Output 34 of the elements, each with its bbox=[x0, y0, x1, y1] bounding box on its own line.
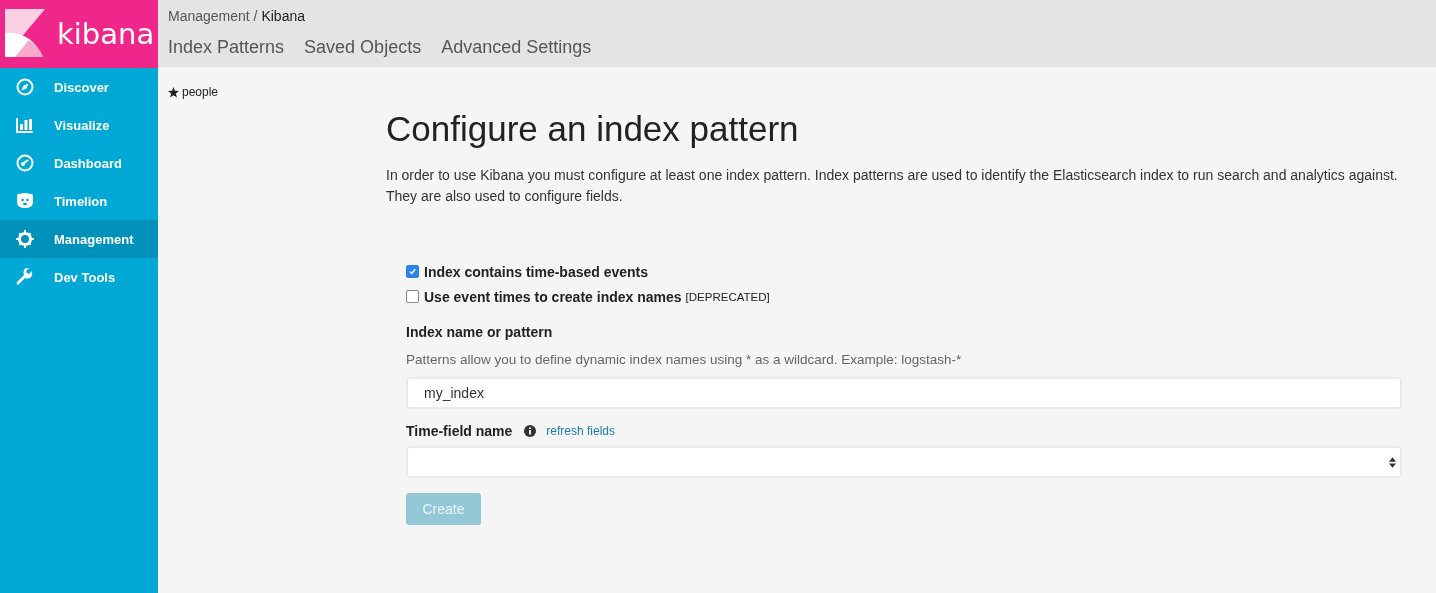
nav-item[interactable]: Dev Tools bbox=[0, 258, 158, 296]
checkbox-label: Index contains time-based events bbox=[424, 263, 649, 280]
nav-item[interactable]: Discover bbox=[0, 68, 158, 106]
intro-text: In order to use Kibana you must configure at least one index pattern. Index patterns are used to identify the Elasticsearch index to run search and analytics against. They are also used to configure fields. bbox=[386, 166, 1399, 206]
page-title: Configure an index pattern bbox=[386, 109, 800, 149]
compass-icon bbox=[16, 78, 34, 96]
field-label: Time-field name bbox=[406, 423, 513, 439]
breadcrumb: Management / Kibana bbox=[168, 7, 306, 26]
kibana-logo[interactable]: kibana bbox=[0, 0, 158, 68]
info-icon[interactable] bbox=[524, 425, 537, 437]
tab[interactable]: Advanced Settings bbox=[441, 37, 592, 62]
nav-item[interactable]: Management bbox=[0, 220, 158, 258]
logo-icon bbox=[5, 9, 45, 59]
field-label: Index name or pattern bbox=[406, 324, 554, 340]
nav-item[interactable]: Dashboard bbox=[0, 144, 158, 182]
bear-icon bbox=[16, 192, 34, 210]
index-pattern-link[interactable]: people bbox=[168, 85, 386, 99]
gauge-icon bbox=[16, 154, 34, 172]
tab[interactable]: Saved Objects bbox=[304, 37, 422, 62]
wrench-icon bbox=[16, 268, 34, 286]
settings-icon bbox=[16, 230, 34, 248]
checkbox-label: Use event times to create index names bbox=[424, 288, 682, 305]
sort-arrows-icon bbox=[1389, 456, 1396, 468]
checkbox[interactable] bbox=[406, 290, 419, 303]
index-name-field[interactable]: my_index bbox=[406, 377, 1402, 409]
nav-item[interactable]: Visualize bbox=[0, 106, 158, 144]
bar-chart-icon bbox=[16, 116, 34, 134]
refresh-fields-link[interactable]: refresh fields bbox=[546, 424, 616, 438]
nav-item[interactable]: Timelion bbox=[0, 182, 158, 220]
tab[interactable]: Index Patterns bbox=[168, 37, 285, 62]
time-field-select[interactable] bbox=[406, 446, 1402, 478]
logo-text: kibana bbox=[57, 17, 155, 51]
help-text: Patterns allow you to define dynamic index names using * as a wildcard. Example: logstash-* bbox=[406, 352, 963, 367]
deprecated-note: [DEPRECATED] bbox=[685, 290, 770, 303]
